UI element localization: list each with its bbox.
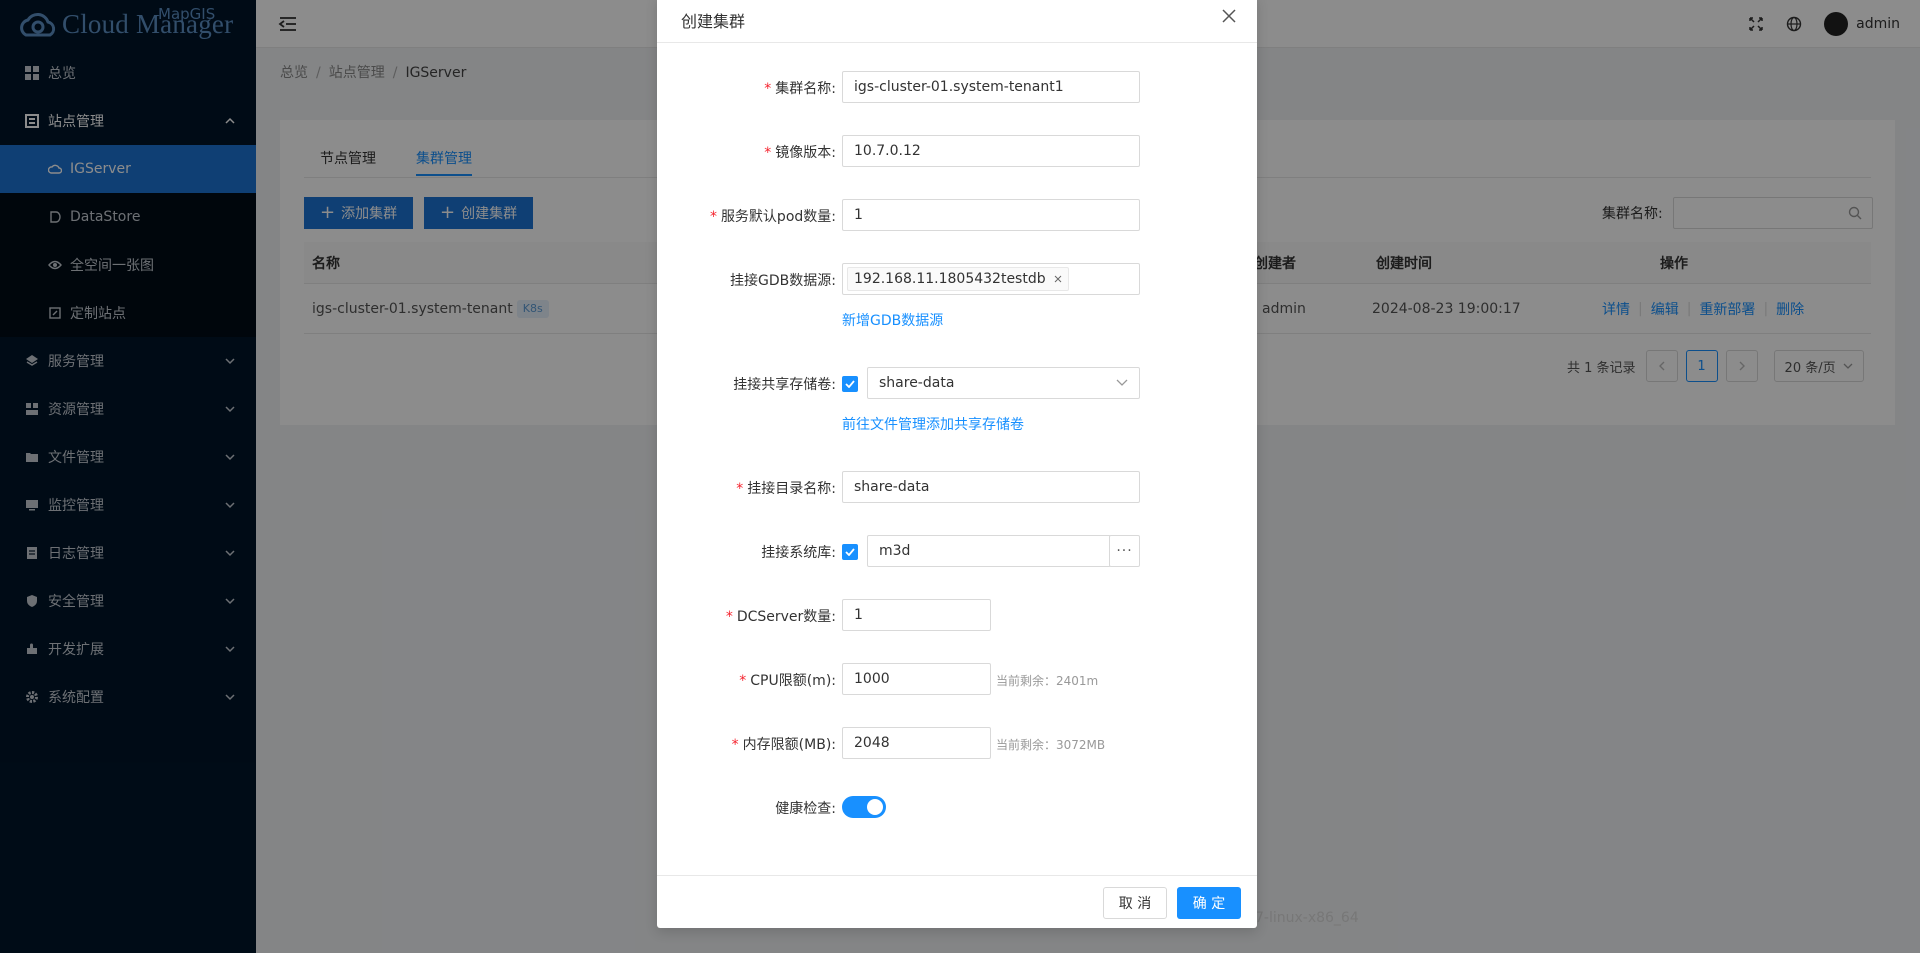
- modal-header-divider: [657, 42, 1257, 43]
- system-lib-browse-button[interactable]: ···: [1109, 535, 1140, 567]
- tag-close-icon[interactable]: [1054, 275, 1062, 283]
- required-mark: *: [764, 145, 772, 161]
- shared-volume-select[interactable]: share-data: [867, 367, 1140, 399]
- mem-limit-input[interactable]: [842, 727, 991, 759]
- dcserver-count-label-text: DCServer数量:: [736, 609, 836, 625]
- add-gdb-source-link[interactable]: 新增GDB数据源: [842, 310, 943, 330]
- mem-remaining-hint: 当前剩余：3072MB: [996, 738, 1106, 752]
- image-version-label-text: 镜像版本:: [775, 145, 836, 161]
- gdb-source-select[interactable]: 192.168.11.1805432testdb: [842, 263, 1140, 295]
- required-mark: *: [709, 209, 717, 225]
- mount-dir-label: * 挂接目录名称:: [736, 478, 836, 498]
- image-version-input[interactable]: [842, 135, 1140, 167]
- health-check-label: 健康检查:: [775, 801, 836, 817]
- cpu-limit-label-text: CPU限额(m):: [750, 673, 836, 689]
- checkmark-icon: [845, 380, 855, 388]
- cpu-limit-input[interactable]: [842, 663, 991, 695]
- required-mark: *: [764, 81, 772, 97]
- checkmark-icon: [845, 548, 855, 556]
- close-icon[interactable]: [1221, 8, 1237, 24]
- chevron-down-icon: [1116, 379, 1128, 386]
- system-lib-checkbox[interactable]: [842, 544, 858, 560]
- modal-footer-divider: [657, 875, 1257, 876]
- add-shared-volume-link[interactable]: 前往文件管理添加共享存储卷: [842, 414, 1024, 434]
- shared-volume-label: 挂接共享存储卷:: [733, 377, 836, 393]
- shared-volume-value: share-data: [879, 375, 955, 391]
- gdb-source-label: 挂接GDB数据源:: [730, 273, 836, 289]
- required-mark: *: [739, 673, 747, 689]
- required-mark: *: [736, 481, 744, 497]
- system-lib-input[interactable]: m3d: [867, 535, 1111, 567]
- create-cluster-modal: 创建集群 *集群名称: *镜像版本: *服务默认pod数量: 挂接GDB数据源:…: [657, 0, 1257, 928]
- cpu-remaining-hint: 当前剩余：2401m: [996, 674, 1099, 688]
- more-icon: ···: [1116, 543, 1133, 559]
- mem-limit-label: * 内存限额(MB):: [732, 734, 836, 754]
- image-version-label: * 镜像版本:: [764, 142, 836, 162]
- cluster-name-label: * 集群名称:: [764, 78, 836, 98]
- gdb-source-tag: 192.168.11.1805432testdb: [847, 267, 1069, 291]
- mount-dir-label-text: 挂接目录名称:: [747, 481, 836, 497]
- pod-count-label: * 服务默认pod数量:: [710, 206, 836, 226]
- gdb-source-tag-text: 192.168.11.1805432testdb: [854, 271, 1046, 287]
- version-text: 7-linux-x86_64: [1255, 910, 1359, 926]
- cluster-name-label-text: 集群名称:: [775, 81, 836, 97]
- shared-volume-checkbox[interactable]: [842, 376, 858, 392]
- system-lib-value: m3d: [879, 543, 911, 559]
- health-check-toggle[interactable]: [842, 796, 886, 818]
- mount-dir-input[interactable]: [842, 471, 1140, 503]
- modal-title: 创建集群: [681, 12, 746, 31]
- required-mark: *: [731, 737, 739, 753]
- system-lib-label: 挂接系统库:: [761, 545, 836, 561]
- pod-count-label-text: 服务默认pod数量:: [720, 209, 836, 225]
- mem-limit-label-text: 内存限额(MB):: [742, 737, 836, 753]
- cpu-limit-label: * CPU限额(m):: [739, 670, 836, 690]
- dcserver-count-input[interactable]: [842, 599, 991, 631]
- cluster-name-input[interactable]: [842, 71, 1140, 103]
- pod-count-input[interactable]: [842, 199, 1140, 231]
- confirm-button[interactable]: 确 定: [1177, 887, 1241, 919]
- dcserver-count-label: * DCServer数量:: [726, 606, 836, 626]
- cancel-button[interactable]: 取 消: [1103, 887, 1167, 919]
- required-mark: *: [725, 609, 733, 625]
